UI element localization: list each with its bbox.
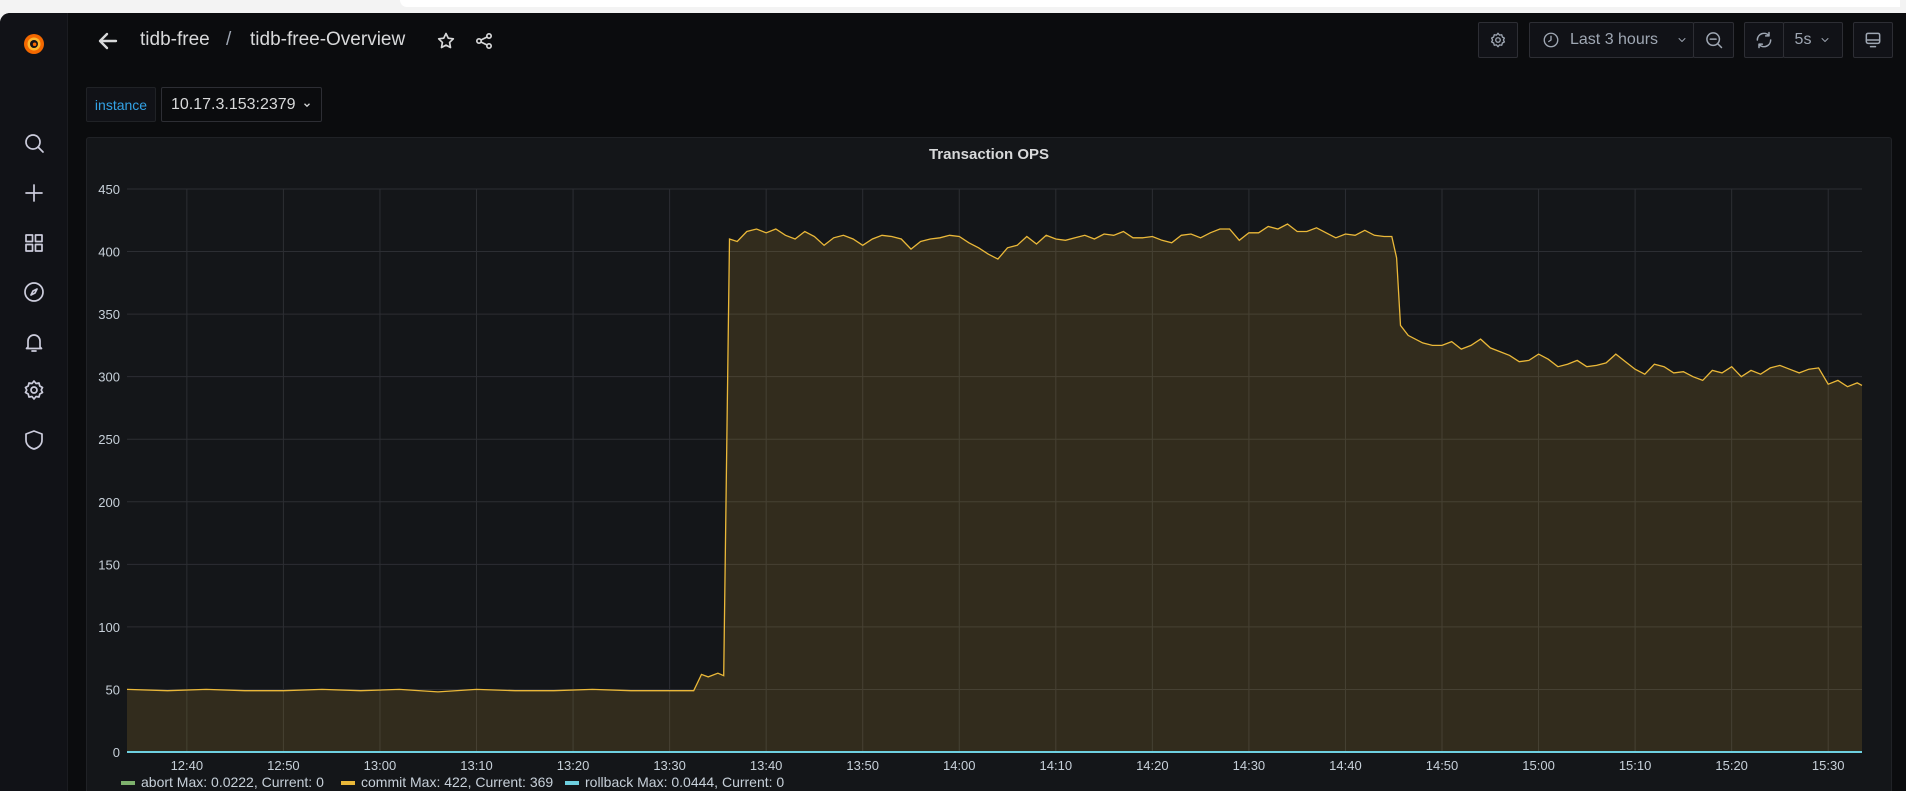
- y-tick-label: 300: [98, 370, 120, 385]
- transaction-ops-panel: Transaction OPS 0 50 100 150 200 250 300 350 400…: [86, 137, 1892, 791]
- share-icon[interactable]: [472, 29, 496, 53]
- y-tick-label: 350: [98, 307, 120, 322]
- area-commit: [127, 224, 1862, 752]
- x-tick-label: 14:30: [1233, 758, 1266, 773]
- transaction-ops-chart: 0 50 100 150 200 250 300 350 400 450 12:40 12:50 13:…: [98, 182, 1863, 773]
- star-icon[interactable]: [434, 29, 458, 53]
- time-range-picker[interactable]: Last 3 hours: [1529, 22, 1694, 58]
- refresh-interval-picker[interactable]: 5s: [1783, 22, 1843, 58]
- instance-variable-value: 10.17.3.153:2379: [171, 95, 296, 113]
- instance-variable-select[interactable]: 10.17.3.153:2379: [161, 87, 322, 122]
- chevron-down-icon: [303, 102, 310, 107]
- tv-mode-button[interactable]: [1853, 22, 1893, 58]
- plus-icon[interactable]: [20, 179, 48, 207]
- x-tick-label: 12:40: [171, 758, 204, 773]
- y-tick-label: 150: [98, 557, 120, 572]
- gear-icon[interactable]: [20, 376, 48, 404]
- x-tick-label: 13:50: [846, 758, 879, 773]
- y-tick-label: 400: [98, 245, 120, 260]
- compass-icon[interactable]: [20, 278, 48, 306]
- y-tick-label: 100: [98, 620, 120, 635]
- grafana-window: tidb-free / tidb-free-Overview Last 3 ho…: [0, 13, 1906, 791]
- refresh-interval-label: 5s: [1794, 31, 1812, 48]
- y-tick-label: 200: [98, 495, 120, 510]
- refresh-icon: [1756, 31, 1772, 49]
- legend-color-commit: [341, 780, 355, 785]
- browser-chrome: [400, 0, 1900, 7]
- search-icon[interactable]: [20, 129, 48, 157]
- legend-color-rollback: [565, 780, 579, 785]
- shield-icon[interactable]: [20, 426, 48, 454]
- dashboard-settings-button[interactable]: [1478, 22, 1518, 58]
- legend-label-rollback: rollback Max: 0.0444, Current: 0: [585, 774, 785, 790]
- y-tick-label: 0: [113, 745, 120, 760]
- legend-item-commit[interactable]: commit Max: 422, Current: 369: [341, 775, 553, 790]
- x-tick-label: 14:00: [943, 758, 976, 773]
- dashboard-header: tidb-free / tidb-free-Overview Last 3 ho…: [68, 13, 1906, 73]
- breadcrumb-separator: /: [226, 29, 232, 50]
- x-tick-label: 13:10: [460, 758, 493, 773]
- x-tick-label: 13:40: [750, 758, 783, 773]
- refresh-button[interactable]: [1744, 22, 1784, 58]
- back-arrow-icon[interactable]: [94, 27, 122, 55]
- bell-icon[interactable]: [20, 328, 48, 356]
- x-tick-label: 15:20: [1715, 758, 1748, 773]
- gear-icon: [1490, 32, 1506, 48]
- x-tick-label: 14:10: [1040, 758, 1073, 773]
- x-tick-label: 14:20: [1136, 758, 1169, 773]
- x-tick-label: 13:30: [653, 758, 686, 773]
- legend-item-rollback[interactable]: rollback Max: 0.0444, Current: 0: [565, 775, 784, 790]
- breadcrumb-folder[interactable]: tidb-free: [140, 29, 210, 51]
- x-tick-label: 14:50: [1426, 758, 1459, 773]
- y-tick-label: 450: [98, 182, 120, 197]
- chevron-down-icon: [1822, 38, 1829, 42]
- x-tick-label: 12:50: [267, 758, 300, 773]
- grafana-logo-icon[interactable]: [20, 29, 48, 57]
- time-range-label: Last 3 hours: [1570, 31, 1659, 48]
- y-tick-label: 50: [106, 682, 120, 697]
- clock-icon: [1543, 32, 1559, 48]
- x-tick-label: 15:10: [1619, 758, 1652, 773]
- dashboards-icon[interactable]: [20, 229, 48, 257]
- y-tick-label: 250: [98, 432, 120, 447]
- x-tick-label: 15:00: [1522, 758, 1555, 773]
- sidebar: [0, 13, 68, 791]
- x-tick-label: 13:00: [364, 758, 397, 773]
- dashboard-title[interactable]: tidb-free-Overview: [250, 29, 405, 51]
- x-tick-label: 14:40: [1329, 758, 1362, 773]
- monitor-icon: [1865, 32, 1881, 48]
- x-tick-label: 15:30: [1812, 758, 1845, 773]
- chevron-down-icon: [1678, 38, 1686, 42]
- legend-color-abort: [121, 780, 135, 785]
- zoom-out-icon: [1705, 32, 1722, 49]
- zoom-out-button[interactable]: [1693, 22, 1734, 58]
- instance-variable-label: instance: [86, 87, 156, 122]
- legend-label-abort: abort Max: 0.0222, Current: 0: [141, 774, 324, 790]
- x-tick-label: 13:20: [557, 758, 590, 773]
- legend-item-abort[interactable]: abort Max: 0.0222, Current: 0: [121, 775, 324, 790]
- legend-label-commit: commit Max: 422, Current: 369: [361, 774, 554, 790]
